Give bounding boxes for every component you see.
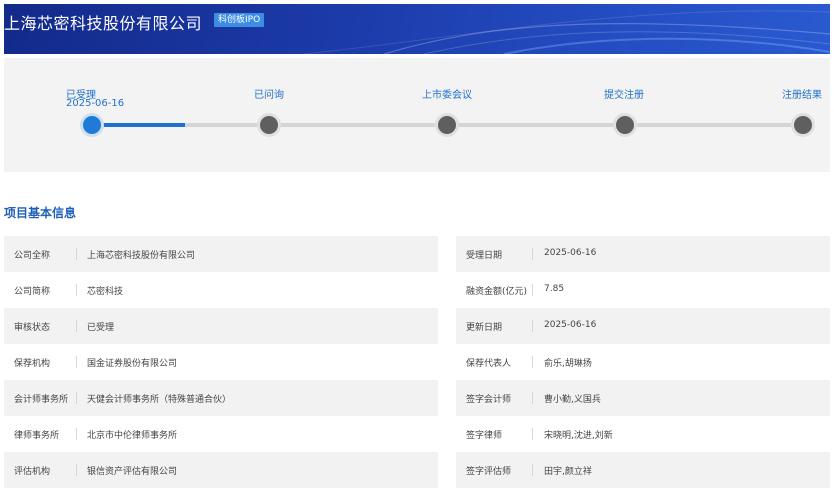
- info-label-signing-accountants: 签字会计师: [466, 395, 512, 405]
- info-value-signing-accountants: 曹小勤,义国兵: [544, 395, 601, 405]
- info-row: 律师事务所 北京市中伦律师事务所: [4, 416, 438, 452]
- info-value-signing-appraisers: 田宇,颜立祥: [544, 467, 592, 477]
- info-label-update-date: 更新日期: [466, 323, 503, 333]
- info-row: 签字会计师 曹小勤,义国兵: [456, 380, 830, 416]
- step-dot-listing-committee[interactable]: [438, 116, 456, 134]
- info-value-sponsor-representatives: 俞乐,胡琳扬: [544, 359, 592, 369]
- info-label-sponsor: 保荐机构: [14, 359, 51, 369]
- info-row: 更新日期 2025-06-16: [456, 308, 830, 344]
- info-row: 签字评估师 田宇,颜立祥: [456, 452, 830, 488]
- info-value-signing-lawyers: 宋晓明,沈进,刘新: [544, 431, 613, 441]
- info-value-financing-amount: 7.85: [544, 284, 565, 294]
- info-value-law-firm: 北京市中伦律师事务所: [87, 431, 178, 441]
- info-value-accounting-firm: 天健会计师事务所（特殊普通合伙）: [87, 395, 232, 405]
- review-progress-panel: 已受理 2025-06-16 已问询 上市委会议 提交注册 注册结果: [4, 58, 830, 172]
- info-label-signing-lawyers: 签字律师: [466, 431, 503, 441]
- step-dot-inquired[interactable]: [260, 116, 278, 134]
- company-title: 上海芯密科技股份有限公司: [4, 14, 203, 33]
- divider: [76, 356, 77, 368]
- info-label-review-status: 审核状态: [14, 323, 51, 333]
- info-value-appraisal-firm: 银信资产评估有限公司: [87, 467, 178, 477]
- divider: [532, 392, 533, 404]
- info-label-accounting-firm: 会计师事务所: [14, 395, 69, 405]
- info-row: 审核状态 已受理: [4, 308, 438, 344]
- info-row: 融资金额(亿元) 7.85: [456, 272, 830, 308]
- step-label-inquired: 已问询: [254, 90, 284, 101]
- info-value-company-short-name: 芯密科技: [87, 287, 124, 297]
- step-label-registration-result: 注册结果: [782, 90, 822, 101]
- info-label-signing-appraisers: 签字评估师: [466, 467, 512, 477]
- info-label-appraisal-firm: 评估机构: [14, 467, 51, 477]
- divider: [76, 320, 77, 332]
- divider: [76, 464, 77, 476]
- info-row: 保荐代表人 俞乐,胡琳扬: [456, 344, 830, 380]
- divider: [532, 464, 533, 476]
- board-tag-badge: 科创板IPO: [214, 13, 265, 27]
- step-label-listing-committee: 上市委会议: [422, 90, 472, 101]
- info-row: 签字律师 宋晓明,沈进,刘新: [456, 416, 830, 452]
- step-dot-accepted[interactable]: [83, 116, 101, 134]
- step-label-submit-registration: 提交注册: [604, 90, 644, 101]
- header-banner: 上海芯密科技股份有限公司 科创板IPO: [4, 4, 830, 54]
- info-value-company-full-name: 上海芯密科技股份有限公司: [87, 251, 196, 261]
- divider: [76, 248, 77, 260]
- info-row: 公司简称 芯密科技: [4, 272, 438, 308]
- divider: [532, 248, 533, 260]
- info-label-financing-amount: 融资金额(亿元): [466, 287, 528, 297]
- step-dot-submit-registration[interactable]: [616, 116, 634, 134]
- info-value-update-date: 2025-06-16: [544, 320, 597, 330]
- divider: [532, 428, 533, 440]
- info-label-sponsor-representatives: 保荐代表人: [466, 359, 512, 369]
- info-row: 评估机构 银信资产评估有限公司: [4, 452, 438, 488]
- info-row: 会计师事务所 天健会计师事务所（特殊普通合伙）: [4, 380, 438, 416]
- info-value-sponsor: 国金证券股份有限公司: [87, 359, 178, 369]
- info-value-review-status: 已受理: [87, 323, 115, 333]
- info-row: 公司全称 上海芯密科技股份有限公司: [4, 236, 438, 272]
- info-row: 保荐机构 国金证券股份有限公司: [4, 344, 438, 380]
- divider: [532, 320, 533, 332]
- progress-track-fill: [92, 123, 185, 127]
- divider: [532, 284, 533, 296]
- info-value-accept-date: 2025-06-16: [544, 248, 597, 258]
- divider: [76, 428, 77, 440]
- info-label-accept-date: 受理日期: [466, 251, 503, 261]
- step-dot-registration-result[interactable]: [794, 116, 812, 134]
- divider: [76, 284, 77, 296]
- info-label-company-full-name: 公司全称: [14, 251, 51, 261]
- info-label-law-firm: 律师事务所: [14, 431, 60, 441]
- info-label-company-short-name: 公司简称: [14, 287, 51, 297]
- info-row: 受理日期 2025-06-16: [456, 236, 830, 272]
- section-title: 项目基本信息: [4, 206, 77, 220]
- divider: [532, 356, 533, 368]
- divider: [76, 392, 77, 404]
- step-date-accepted: 2025-06-16: [66, 98, 125, 109]
